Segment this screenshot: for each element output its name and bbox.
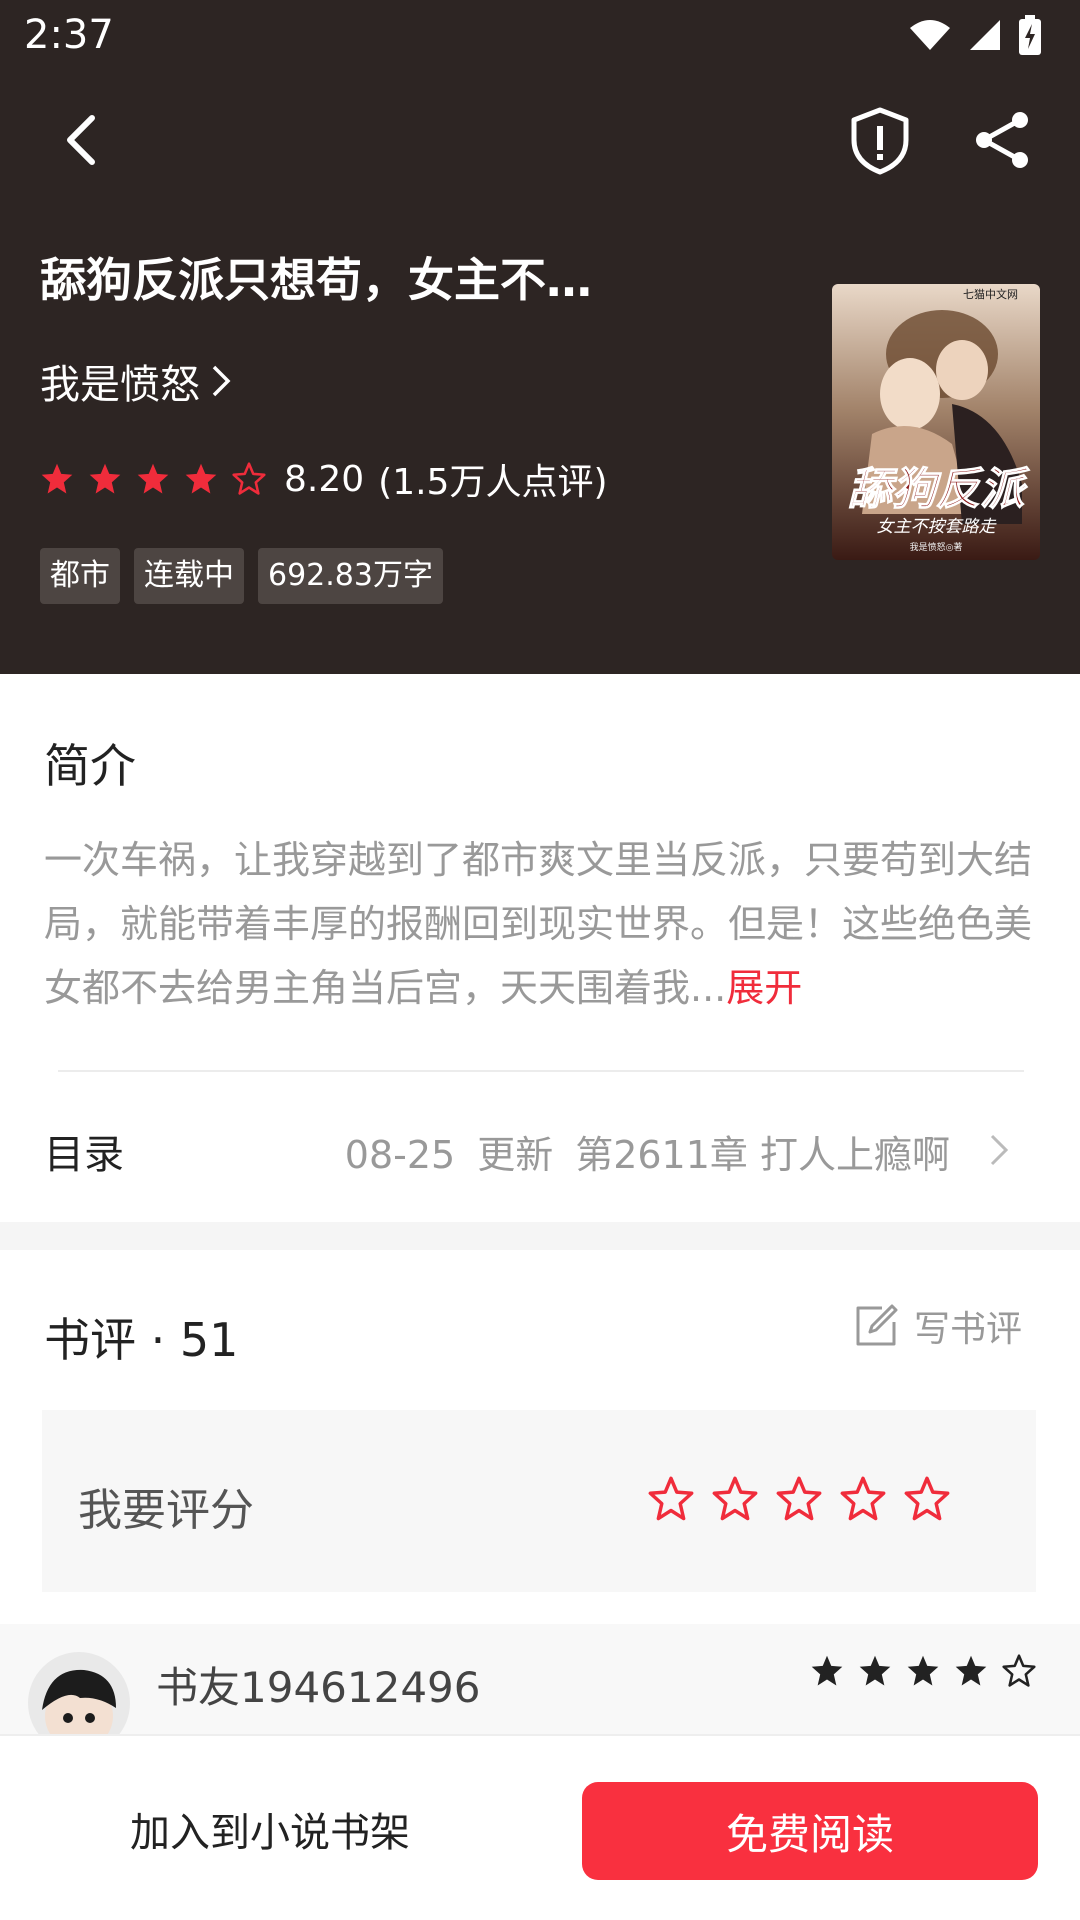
free-read-button[interactable]: 免费阅读 [582, 1782, 1038, 1880]
star-filled-icon [41, 463, 73, 494]
author-name: 我是愤怒 [40, 362, 200, 408]
star-empty-icon[interactable] [648, 1476, 694, 1522]
book-cover[interactable]: 七猫中文网 舔狗反派 女主不按套路走 我是愤怒◎著 [832, 284, 1040, 560]
add-to-shelf-button[interactable]: 加入到小说书架 [0, 1736, 540, 1920]
star-filled-icon [185, 463, 217, 494]
chevron-right-icon [990, 1134, 1009, 1166]
star-empty-icon[interactable] [904, 1476, 950, 1522]
star-filled-icon [955, 1655, 987, 1686]
star-filled-icon [907, 1655, 939, 1686]
toc-label: 目录 [44, 1132, 124, 1178]
rate-box: 我要评分 [42, 1410, 1036, 1592]
cover-subtitle: 女主不按套路走 [877, 517, 998, 537]
book-header: 2:37 舔狗反派只想苟，女主不… 我是愤怒 8.20 (1.5万人点评) 都市… [0, 0, 1080, 674]
status-icons [908, 14, 1042, 56]
update-word: 更新 [477, 1133, 554, 1177]
intro-heading: 简介 [44, 739, 136, 793]
review-username[interactable]: 书友194612496 [156, 1654, 481, 1715]
intro-text: 一次车祸，让我穿越到了都市爽文里当反派，只要苟到大结局，就能带着丰厚的报酬回到现… [44, 828, 1044, 1020]
author-link[interactable]: 我是愤怒 [40, 352, 232, 410]
rating-score: 8.20 [284, 458, 365, 500]
cell-signal-icon [970, 20, 1000, 50]
edit-icon [856, 1304, 898, 1346]
share-icon[interactable] [970, 108, 1034, 172]
star-empty-icon [1002, 1654, 1036, 1687]
reviews-heading: 书评 · 51 [44, 1313, 239, 1367]
bottom-bar: 加入到小说书架 免费阅读 [0, 1734, 1080, 1920]
star-empty-icon[interactable] [776, 1476, 822, 1522]
tag-word-count: 692.83万字 [258, 548, 443, 604]
star-filled-icon [89, 463, 121, 494]
write-review-button[interactable]: 写书评 [852, 1300, 1022, 1352]
wifi-icon [910, 20, 950, 50]
divider [58, 1070, 1024, 1072]
write-review-label: 写书评 [913, 1309, 1022, 1350]
report-shield-icon[interactable] [848, 106, 912, 176]
latest-update: 08-25 更新 第2611章 打人上瘾啊 [345, 1124, 950, 1179]
status-bar: 2:37 [0, 0, 1080, 72]
cover-title: 舔狗反派 [848, 464, 1030, 515]
rate-stars [648, 1476, 950, 1522]
star-filled-icon [811, 1655, 843, 1686]
star-filled-icon [859, 1655, 891, 1686]
battery-icon [1019, 15, 1041, 55]
cover-illustration: 七猫中文网 舔狗反派 女主不按套路走 我是愤怒◎著 [832, 284, 1040, 560]
tag-genre[interactable]: 都市 [40, 548, 120, 604]
update-date: 08-25 [344, 1133, 456, 1177]
expand-link[interactable]: 展开 [726, 966, 802, 1010]
section-gap [0, 1222, 1080, 1250]
back-arrow-icon[interactable] [52, 108, 116, 172]
book-tags: 都市 连载中 692.83万字 [40, 548, 443, 604]
rate-label: 我要评分 [78, 1485, 254, 1536]
star-empty-icon[interactable] [712, 1476, 758, 1522]
chevron-right-icon [212, 365, 231, 397]
star-filled-icon [137, 463, 169, 494]
review-stars [810, 1654, 1036, 1688]
cover-author: 我是愤怒◎著 [910, 541, 963, 553]
toc-row[interactable]: 目录 08-25 更新 第2611章 打人上瘾啊 [0, 1100, 1080, 1196]
rating-stars [40, 462, 266, 496]
review-item[interactable]: 书友194612496 [0, 1624, 1080, 1754]
status-time: 2:37 [24, 12, 114, 58]
book-title: 舔狗反派只想苟，女主不… [40, 253, 592, 307]
intro-body: 一次车祸，让我穿越到了都市爽文里当反派，只要苟到大结局，就能带着丰厚的报酬回到现… [44, 838, 1033, 1010]
cover-publisher: 七猫中文网 [963, 287, 1018, 301]
rating-count: (1.5万人点评) [378, 462, 608, 503]
tag-status: 连载中 [134, 548, 244, 604]
book-rating: 8.20 (1.5万人点评) [40, 454, 608, 504]
star-empty-icon[interactable] [840, 1476, 886, 1522]
star-empty-icon [232, 462, 266, 495]
latest-chapter: 第2611章 打人上瘾啊 [575, 1133, 950, 1177]
